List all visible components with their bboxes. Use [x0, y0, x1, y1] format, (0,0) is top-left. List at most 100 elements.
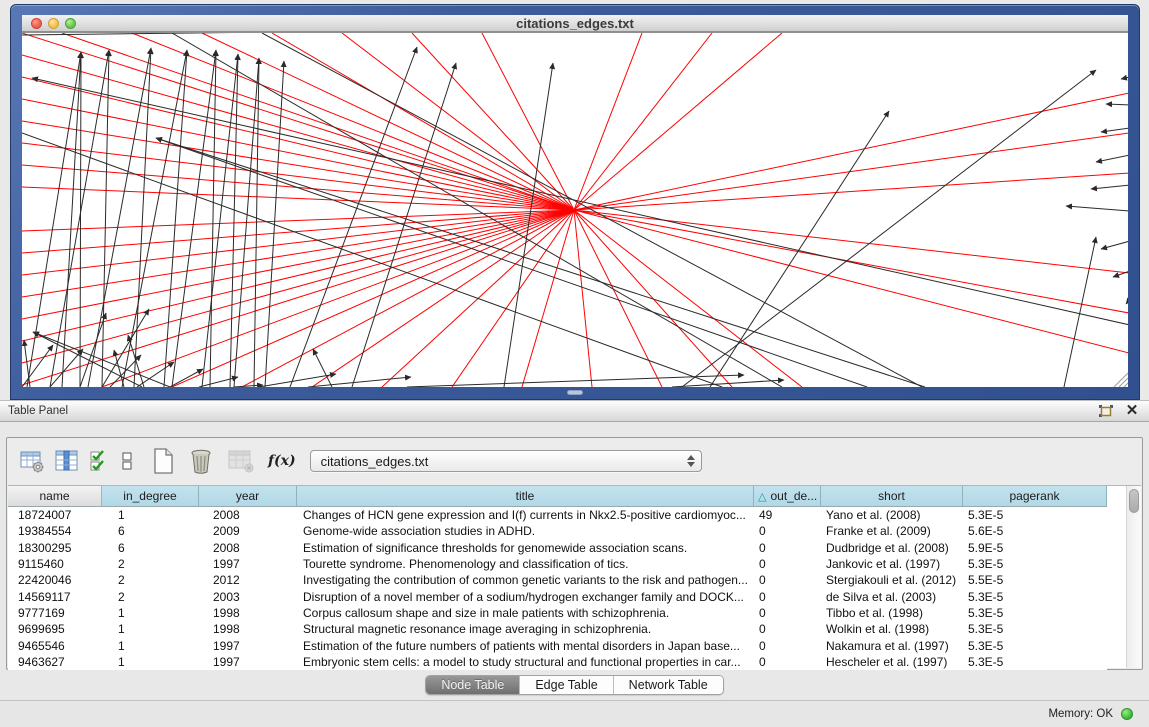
citation-edge[interactable] — [22, 99, 574, 210]
citation-edge[interactable] — [1101, 241, 1128, 249]
citation-edge[interactable] — [80, 52, 81, 387]
network-canvas[interactable] — [22, 32, 1128, 387]
table-cell: 9463627 — [8, 654, 102, 670]
column-header-pagerank[interactable]: pagerank — [963, 486, 1107, 507]
table-selector-dropdown[interactable]: citations_edges.txt — [310, 450, 702, 472]
select-column-icon[interactable] — [54, 446, 80, 476]
citation-edge[interactable] — [1096, 155, 1128, 162]
splitter-handle[interactable] — [567, 390, 583, 395]
float-panel-icon[interactable] — [1097, 403, 1115, 419]
column-header-in_degree[interactable]: in_degree — [102, 486, 199, 507]
tab-edge-table[interactable]: Edge Table — [519, 676, 612, 694]
citation-edge[interactable] — [210, 50, 216, 387]
row-height-icon[interactable] — [120, 446, 134, 476]
column-header-title[interactable]: title — [297, 486, 754, 507]
citation-edge[interactable] — [308, 377, 411, 387]
citation-edge[interactable] — [342, 33, 574, 210]
citation-edge[interactable] — [22, 210, 574, 231]
citation-edge[interactable] — [50, 349, 83, 387]
citation-edge[interactable] — [199, 377, 238, 387]
citation-edge[interactable] — [574, 173, 1128, 210]
citation-edge[interactable] — [202, 54, 238, 387]
column-header-year[interactable]: year — [199, 486, 297, 507]
citation-edge[interactable] — [110, 355, 141, 387]
table-row[interactable]: 911546021997Tourette syndrome. Phenomeno… — [8, 556, 1107, 572]
tab-node-table[interactable]: Node Table — [426, 676, 519, 694]
citation-edge[interactable] — [137, 362, 174, 387]
citation-edge[interactable] — [1101, 128, 1128, 132]
column-header-out_de[interactable]: △out_de... — [754, 486, 821, 507]
table-row[interactable]: 969969511998Structural magnetic resonanc… — [8, 621, 1107, 637]
table-row[interactable]: 946362711997Embryonic stem cells: a mode… — [8, 654, 1107, 670]
citation-edge[interactable] — [574, 33, 712, 210]
citation-edge[interactable] — [62, 52, 81, 387]
citation-edge[interactable] — [672, 380, 784, 387]
citation-edge[interactable] — [102, 210, 574, 387]
citation-edge[interactable] — [412, 33, 574, 210]
citation-edge[interactable] — [574, 210, 1128, 313]
table-row[interactable]: 977716911998Corpus callosum shape and si… — [8, 605, 1107, 621]
citation-edge[interactable] — [22, 33, 531, 35]
citation-edge[interactable] — [170, 369, 203, 387]
citation-edge[interactable] — [134, 48, 151, 387]
citation-edge[interactable] — [574, 210, 592, 387]
table-settings-icon[interactable] — [19, 446, 45, 476]
table-cell: Corpus callosum shape and size in male p… — [297, 605, 754, 621]
citation-edge[interactable] — [1106, 104, 1128, 105]
table-row[interactable]: 2242004622012Investigating the contribut… — [8, 572, 1107, 588]
minimize-window-button[interactable] — [48, 18, 59, 29]
citation-edge[interactable] — [522, 210, 574, 387]
citation-edge[interactable] — [22, 345, 53, 387]
citation-edge[interactable] — [313, 349, 332, 387]
table-cell: 2 — [102, 588, 199, 604]
zoom-window-button[interactable] — [65, 18, 76, 29]
citation-edge[interactable] — [574, 93, 1128, 210]
delete-trash-icon[interactable] — [188, 446, 214, 476]
column-header-short[interactable]: short — [821, 486, 963, 507]
dropdown-stepper-icon — [687, 455, 695, 467]
citation-edge[interactable] — [172, 50, 216, 387]
scrollbar-thumb[interactable] — [1129, 489, 1139, 513]
close-panel-icon[interactable]: ✕ — [1123, 403, 1141, 419]
citation-edge[interactable] — [22, 121, 574, 210]
table-cell: 5.3E-5 — [963, 637, 1107, 653]
table-row[interactable]: 1456911722003Disruption of a novel membe… — [8, 588, 1107, 604]
citation-edge[interactable] — [574, 33, 642, 210]
select-rows-icon[interactable] — [89, 446, 111, 476]
citation-edge[interactable] — [265, 61, 284, 387]
table-row[interactable]: 1872400712008Changes of HCN gene express… — [8, 507, 1107, 523]
citation-edge[interactable] — [234, 385, 263, 387]
citation-edge[interactable] — [27, 52, 81, 387]
citation-edge[interactable] — [1066, 206, 1128, 211]
citation-edge[interactable] — [102, 50, 109, 387]
citation-edge[interactable] — [574, 210, 1128, 353]
tab-network-table[interactable]: Network Table — [613, 676, 723, 694]
citation-edge[interactable] — [50, 50, 109, 387]
citation-edge[interactable] — [1126, 299, 1128, 304]
close-window-button[interactable] — [31, 18, 42, 29]
citation-edge[interactable] — [156, 138, 867, 387]
table-vertical-scrollbar[interactable] — [1126, 486, 1141, 668]
new-table-icon[interactable] — [151, 446, 175, 476]
citation-edge[interactable] — [22, 133, 722, 387]
citation-edge[interactable] — [1091, 185, 1128, 189]
citation-edge[interactable] — [574, 210, 1128, 273]
citation-edge[interactable] — [1121, 77, 1128, 79]
canvas-resize-grip[interactable] — [1114, 373, 1128, 387]
table-row[interactable]: 1938455462009Genome-wide association stu… — [8, 523, 1107, 539]
function-builder-icon[interactable]: f(x) — [268, 453, 296, 469]
citation-edge[interactable] — [22, 33, 574, 210]
table-row[interactable]: 1830029562008Estimation of significance … — [8, 540, 1107, 556]
table-row[interactable]: 946554611997Estimation of the future num… — [8, 637, 1107, 653]
citation-edge[interactable] — [574, 33, 782, 210]
citation-edge[interactable] — [1064, 237, 1096, 387]
citation-edge[interactable] — [172, 33, 782, 387]
citation-edge[interactable] — [156, 138, 925, 387]
citation-edge[interactable] — [574, 133, 1128, 210]
citation-edge[interactable] — [682, 70, 1096, 387]
window-titlebar[interactable]: citations_edges.txt — [22, 15, 1128, 32]
citation-edge[interactable] — [33, 332, 142, 387]
network-svg — [22, 33, 1128, 387]
column-header-name[interactable]: name — [8, 486, 102, 507]
table-cell: Dudbridge et al. (2008) — [821, 540, 963, 556]
